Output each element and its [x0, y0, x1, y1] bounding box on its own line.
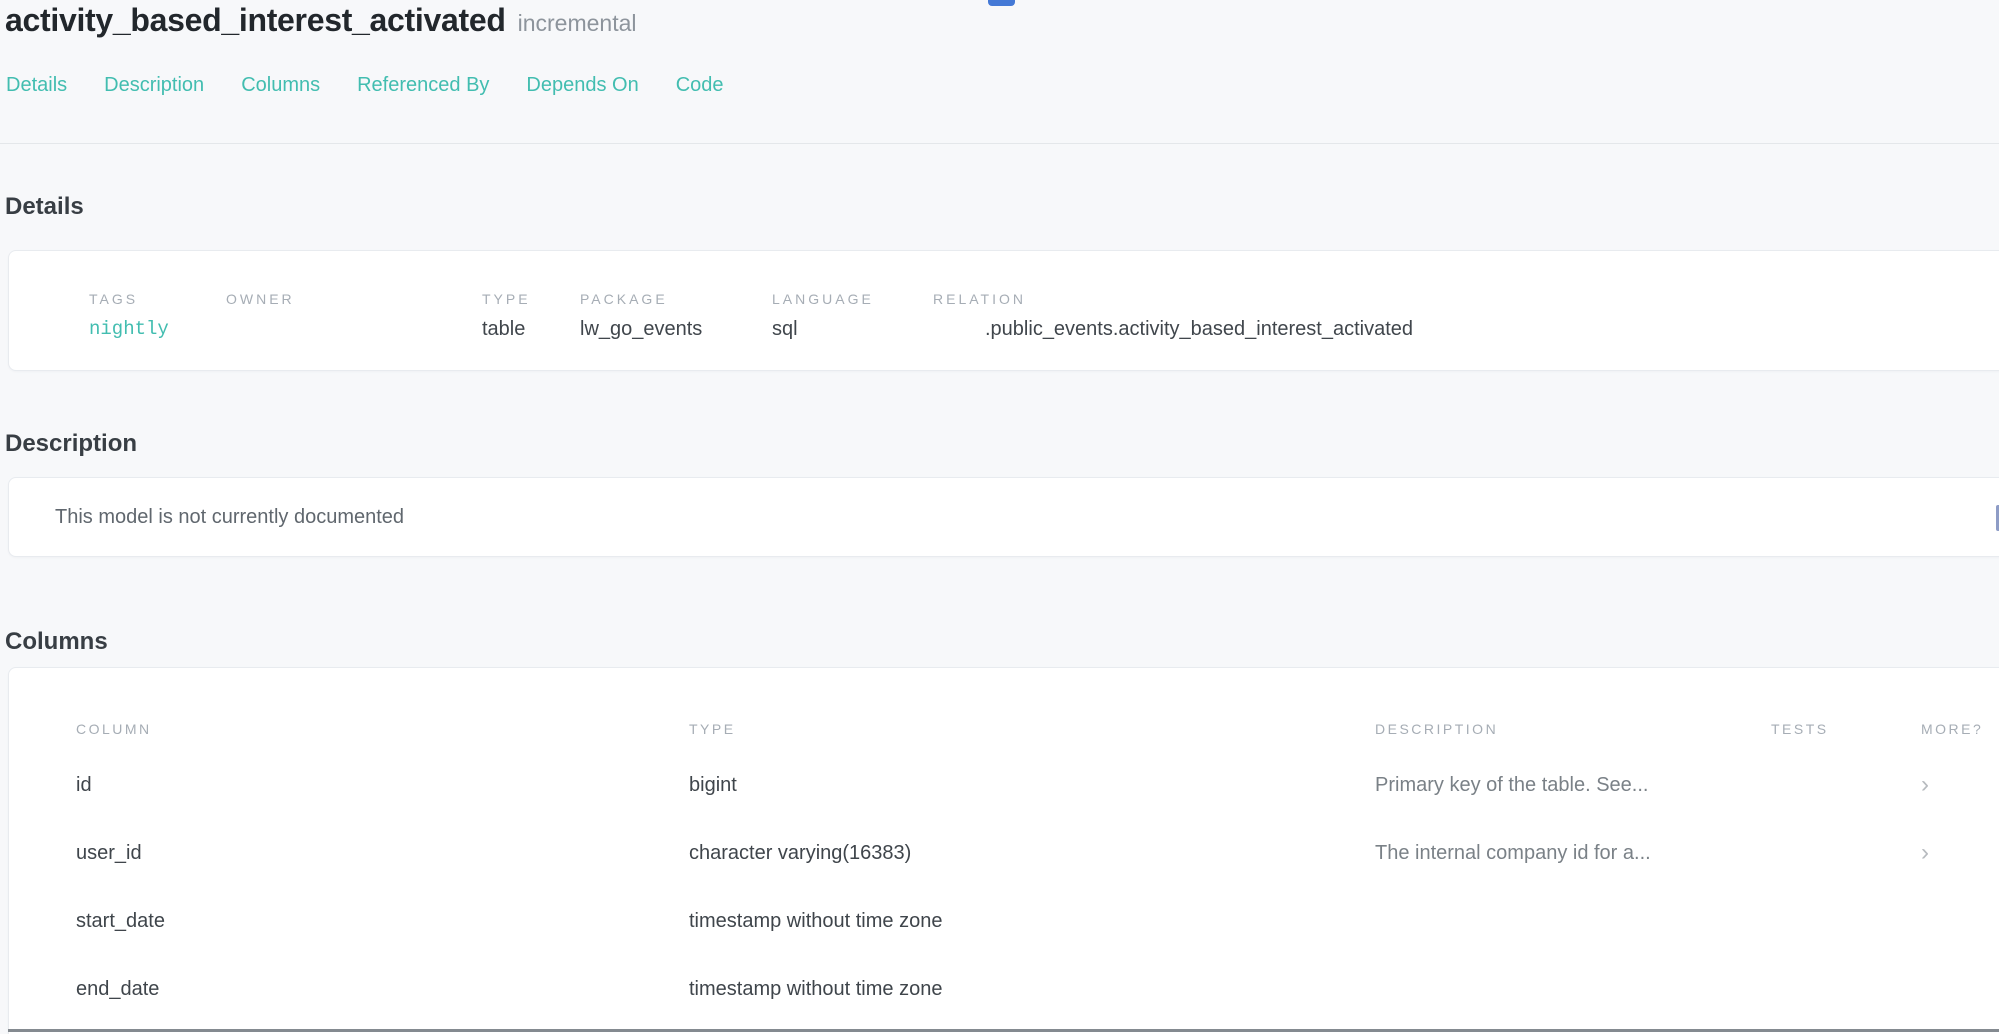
tab-details[interactable]: Details [6, 74, 67, 97]
col-header-column: COLUMN [76, 721, 689, 737]
col-header-description: DESCRIPTION [1375, 721, 1771, 737]
field-relation-value: .public_events.activity_based_interest_a… [985, 318, 1999, 341]
field-tags: TAGS nightly [89, 291, 226, 370]
tab-depends-on[interactable]: Depends On [526, 74, 638, 97]
columns-table: COLUMN TYPE DESCRIPTION TESTS MORE? id b… [9, 668, 1999, 1023]
table-row[interactable]: start_date timestamp without time zone [9, 887, 1999, 955]
col-header-more: MORE? [1889, 721, 1999, 737]
field-owner-label: OWNER [226, 291, 482, 307]
cell-column-type: timestamp without time zone [689, 910, 1375, 933]
cell-column-type: bigint [689, 774, 1375, 797]
field-relation: RELATION .public_events.activity_based_i… [933, 291, 1999, 370]
page-header: activity_based_interest_activated increm… [5, 2, 636, 39]
table-row[interactable]: user_id character varying(16383) The int… [9, 819, 1999, 887]
cell-description: The internal company id for a... [1375, 842, 1771, 865]
chevron-right-icon[interactable]: › [1889, 773, 1999, 797]
table-row[interactable]: id bigint Primary key of the table. See.… [9, 751, 1999, 819]
tab-columns[interactable]: Columns [241, 74, 320, 97]
field-language: LANGUAGE sql [772, 291, 933, 370]
materialization-badge: incremental [518, 10, 637, 37]
table-body: id bigint Primary key of the table. See.… [9, 751, 1999, 1023]
field-language-label: LANGUAGE [772, 291, 933, 307]
description-text: This model is not currently documented [55, 506, 404, 529]
model-docs-page: activity_based_interest_activated increm… [0, 0, 1999, 1034]
field-tags-label: TAGS [89, 291, 226, 307]
header-divider [0, 143, 1999, 144]
details-card: TAGS nightly OWNER TYPE table PACKAGE lw… [8, 250, 1999, 371]
tab-referenced-by[interactable]: Referenced By [357, 74, 489, 97]
field-type: TYPE table [482, 291, 580, 370]
tab-description[interactable]: Description [104, 74, 204, 97]
field-package-value: lw_go_events [580, 318, 772, 341]
cutoff-blue-element-fragment [988, 0, 1015, 6]
columns-card: COLUMN TYPE DESCRIPTION TESTS MORE? id b… [8, 667, 1999, 1034]
description-section-heading: Description [5, 430, 137, 458]
tab-code[interactable]: Code [676, 74, 724, 97]
field-type-label: TYPE [482, 291, 580, 307]
cell-column-type: timestamp without time zone [689, 978, 1375, 1001]
cell-column-name: start_date [76, 910, 689, 933]
bottom-edge-line [8, 1029, 1999, 1032]
field-package: PACKAGE lw_go_events [580, 291, 772, 370]
field-language-value: sql [772, 318, 933, 341]
cell-column-type: character varying(16383) [689, 842, 1375, 865]
field-relation-label: RELATION [933, 291, 1999, 307]
cell-column-name: id [76, 774, 689, 797]
table-header-row: COLUMN TYPE DESCRIPTION TESTS MORE? [9, 668, 1999, 737]
field-type-value: table [482, 318, 580, 341]
table-row[interactable]: end_date timestamp without time zone [9, 955, 1999, 1023]
cell-column-name: user_id [76, 842, 689, 865]
cell-description: Primary key of the table. See... [1375, 774, 1771, 797]
page-title: activity_based_interest_activated [5, 2, 506, 39]
col-header-tests: TESTS [1771, 721, 1889, 737]
tag-nightly-link[interactable]: nightly [89, 318, 226, 340]
cell-column-name: end_date [76, 978, 689, 1001]
field-package-label: PACKAGE [580, 291, 772, 307]
chevron-right-icon[interactable]: › [1889, 841, 1999, 865]
details-section-heading: Details [5, 193, 84, 221]
col-header-type: TYPE [689, 721, 1375, 737]
section-tabs: Details Description Columns Referenced B… [6, 74, 724, 97]
columns-section-heading: Columns [5, 628, 108, 656]
field-owner: OWNER [226, 291, 482, 370]
description-card: This model is not currently documented [8, 477, 1999, 557]
